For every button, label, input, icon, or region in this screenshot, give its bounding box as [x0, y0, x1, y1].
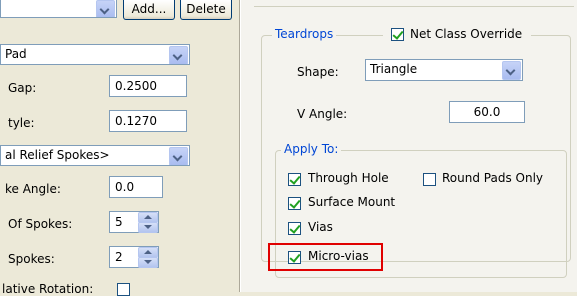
pad-combo-value: Pad	[5, 47, 27, 61]
right-panel: Teardrops Net Class Override Shape: Tria…	[241, 0, 577, 292]
num-spokes-spinner[interactable]	[138, 212, 158, 233]
gap-input[interactable]: 0.2500	[109, 75, 187, 97]
round-pads-only-label: Round Pads Only	[442, 171, 544, 185]
spin-down-icon[interactable]	[138, 257, 158, 268]
style-input[interactable]: 0.1270	[109, 110, 187, 132]
vias-label: Vias	[308, 220, 333, 234]
shape-label: Shape:	[297, 65, 339, 79]
num-spokes-label: Of Spokes:	[8, 217, 73, 231]
teardrops-title: Teardrops	[272, 27, 337, 41]
relative-rotation-checkbox[interactable]	[117, 283, 130, 296]
v-angle-label: V Angle:	[297, 107, 348, 121]
shape-value: Triangle	[370, 62, 418, 76]
spokes-label: Spokes:	[8, 252, 55, 266]
spoke-angle-input[interactable]: 0.0	[109, 176, 163, 198]
chevron-down-icon[interactable]	[169, 46, 188, 64]
delete-button[interactable]: Delete	[180, 0, 232, 20]
top-divider	[254, 6, 574, 7]
shape-combo[interactable]: Triangle	[365, 59, 523, 81]
surface-mount-label: Surface Mount	[308, 195, 396, 209]
spoke-angle-label: ke Angle:	[5, 182, 61, 196]
micro-vias-checkbox[interactable]	[288, 251, 301, 264]
relief-spokes-combo[interactable]: al Relief Spokes>	[0, 145, 190, 166]
chevron-down-icon[interactable]	[169, 147, 188, 165]
micro-vias-label: Micro-vias	[308, 249, 369, 263]
surface-mount-checkbox[interactable]	[288, 197, 301, 210]
apply-to-title: Apply To:	[281, 142, 342, 156]
through-hole-checkbox[interactable]	[288, 173, 301, 186]
add-button[interactable]: Add...	[123, 0, 175, 20]
spin-down-icon[interactable]	[138, 222, 158, 233]
relative-rotation-label: lative Rotation:	[2, 282, 94, 296]
top-combo[interactable]	[0, 0, 117, 18]
gap-label: Gap:	[8, 81, 37, 95]
chevron-down-icon[interactable]	[502, 61, 521, 80]
round-pads-only-checkbox[interactable]	[423, 173, 436, 186]
through-hole-label: Through Hole	[308, 171, 389, 185]
spokes-spinner[interactable]	[138, 247, 158, 268]
left-panel: Add... Delete Pad Gap: 0.2500 tyle: 0.12…	[0, 0, 239, 296]
net-class-override-label: Net Class Override	[410, 27, 523, 41]
chevron-down-icon[interactable]	[96, 0, 115, 17]
relief-spokes-value: al Relief Spokes>	[5, 148, 110, 162]
pad-combo[interactable]: Pad	[0, 44, 190, 65]
v-angle-input[interactable]: 60.0	[449, 101, 525, 123]
vias-checkbox[interactable]	[288, 222, 301, 235]
style-label: tyle:	[8, 116, 35, 130]
net-class-override-checkbox[interactable]	[391, 28, 404, 41]
